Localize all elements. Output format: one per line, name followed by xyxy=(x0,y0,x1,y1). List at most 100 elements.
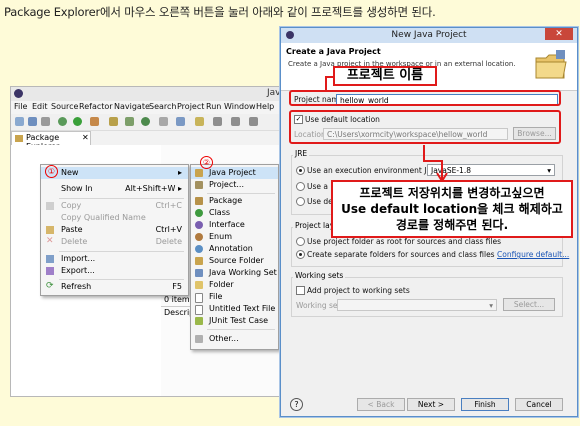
annotation-icon[interactable] xyxy=(195,117,204,126)
submenu-annotation[interactable]: Annotation xyxy=(191,243,278,255)
dialog-title-bar: New Java Project ✕ xyxy=(281,28,577,43)
menu-project[interactable]: Project xyxy=(177,102,204,111)
layout-separate-radio[interactable] xyxy=(296,250,305,259)
search-icon[interactable] xyxy=(176,117,185,126)
menu-item-paste[interactable]: Paste Ctrl+V xyxy=(41,224,188,236)
file-icon xyxy=(195,293,203,303)
menu-source[interactable]: Source xyxy=(51,102,78,111)
location-callout: 프로젝트 저장위치를 변경하고싶으면 Use default location을… xyxy=(331,180,573,238)
new-java-project-icon[interactable] xyxy=(109,117,118,126)
submenu-class[interactable]: Class xyxy=(191,207,278,219)
external-tools-icon[interactable] xyxy=(90,117,99,126)
submenu-label: Enum xyxy=(209,232,232,241)
menu-item-import[interactable]: Import... xyxy=(41,253,188,265)
new-submenu: Java Project Project... Package Class In… xyxy=(190,164,279,350)
jre-group-title: JRE xyxy=(293,149,310,158)
submenu-label: JUnit Test Case xyxy=(209,316,269,325)
menu-item-label: Copy xyxy=(61,201,82,210)
menu-item-show-in[interactable]: Show In Alt+Shift+W ▸ xyxy=(41,183,188,195)
refresh-icon: ⟳ xyxy=(46,281,54,291)
close-tab-icon[interactable]: ✕ xyxy=(82,133,89,142)
cancel-button[interactable]: Cancel xyxy=(515,398,563,411)
submenu-java-working-set[interactable]: Java Working Set xyxy=(191,267,278,279)
export-icon xyxy=(46,267,54,275)
submenu-source-folder[interactable]: Source Folder xyxy=(191,255,278,267)
submenu-interface[interactable]: Interface xyxy=(191,219,278,231)
menu-item-new[interactable]: New ▸ xyxy=(41,167,188,179)
menu-item-export[interactable]: Export... xyxy=(41,265,188,277)
other-icon xyxy=(195,335,203,343)
next-annotation-icon[interactable] xyxy=(213,117,222,126)
step-marker-1: ① xyxy=(45,165,58,178)
paste-icon xyxy=(46,226,54,234)
layout-root-label: Use project folder as root for sources a… xyxy=(307,237,501,246)
layout-root-radio[interactable] xyxy=(296,237,305,246)
menu-help[interactable]: Help xyxy=(256,102,274,111)
submenu-file[interactable]: File xyxy=(191,291,278,303)
project-name-callout: 프로젝트 이름 xyxy=(333,66,437,86)
select-button[interactable]: Select... xyxy=(503,298,555,311)
configure-default-link[interactable]: Configure default... xyxy=(497,250,569,259)
working-sets-group xyxy=(291,277,563,317)
submenu-enum[interactable]: Enum xyxy=(191,231,278,243)
submenu-project[interactable]: Project... xyxy=(191,179,278,191)
add-to-working-sets-checkbox[interactable] xyxy=(296,286,305,295)
finish-button[interactable]: Finish xyxy=(461,398,509,411)
new-package-icon[interactable] xyxy=(125,117,134,126)
jre-execution-env-radio[interactable] xyxy=(296,166,305,175)
junit-icon xyxy=(195,317,203,325)
close-button[interactable]: ✕ xyxy=(545,28,573,40)
menu-window[interactable]: Window xyxy=(224,102,256,111)
new-icon[interactable] xyxy=(15,117,24,126)
package-explorer-tab[interactable]: Package Explorer ✕ xyxy=(11,131,91,151)
location-highlight xyxy=(289,110,561,144)
menu-item-label: Refresh xyxy=(61,282,92,291)
menu-item-label: Import... xyxy=(61,254,96,263)
menu-item-label: Export... xyxy=(61,266,95,275)
submenu-label: Class xyxy=(209,208,231,217)
open-type-icon[interactable] xyxy=(159,117,168,126)
working-sets-title: Working sets xyxy=(293,271,346,280)
menu-search[interactable]: Search xyxy=(149,102,176,111)
help-button[interactable]: ? xyxy=(290,398,303,411)
back-button[interactable]: < Back xyxy=(357,398,405,411)
submenu-package[interactable]: Package xyxy=(191,195,278,207)
submenu-label: Project... xyxy=(209,180,244,189)
submenu-junit-test-case[interactable]: JUnit Test Case xyxy=(191,315,278,327)
menu-file[interactable]: File xyxy=(14,102,27,111)
chevron-down-icon: ▾ xyxy=(547,166,551,175)
save-icon[interactable] xyxy=(28,117,37,126)
menu-edit[interactable]: Edit xyxy=(32,102,48,111)
callout-line-1: 프로젝트 저장위치를 변경하고싶으면 xyxy=(359,186,545,200)
menu-item-label: Delete xyxy=(61,237,88,246)
project-icon xyxy=(195,181,203,189)
jre-default-radio[interactable] xyxy=(296,197,305,206)
menu-navigate[interactable]: Navigate xyxy=(114,102,150,111)
layout-separate-label: Create separate folders for sources and … xyxy=(307,250,495,259)
menu-separator xyxy=(59,279,184,280)
jre-project-specific-radio[interactable] xyxy=(296,182,305,191)
menu-item-copy-qualified-name[interactable]: Copy Qualified Name xyxy=(41,212,188,224)
callout-arrow-icon xyxy=(423,145,448,183)
next-button[interactable]: Next > xyxy=(407,398,455,411)
forward-icon[interactable] xyxy=(249,117,258,126)
menu-run[interactable]: Run xyxy=(206,102,221,111)
print-icon[interactable] xyxy=(41,117,50,126)
submenu-label: Untitled Text File xyxy=(209,304,276,313)
submenu-untitled-text-file[interactable]: Untitled Text File xyxy=(191,303,278,315)
submenu-label: File xyxy=(209,292,223,301)
dialog-heading: Create a Java Project xyxy=(286,47,381,56)
run-icon[interactable] xyxy=(73,117,82,126)
debug-icon[interactable] xyxy=(58,117,67,126)
back-icon[interactable] xyxy=(231,117,240,126)
submenu-label: Java Project xyxy=(209,168,256,177)
new-class-icon[interactable] xyxy=(141,117,150,126)
submenu-other[interactable]: Other... xyxy=(191,333,278,345)
menu-refactor[interactable]: Refactor xyxy=(79,102,113,111)
submenu-folder[interactable]: Folder xyxy=(191,279,278,291)
submenu-label: Package xyxy=(209,196,243,205)
working-sets-select[interactable]: ▾ xyxy=(337,299,497,311)
menu-item-refresh[interactable]: ⟳ Refresh F5 xyxy=(41,281,188,293)
menu-item-delete[interactable]: ✕ Delete Delete xyxy=(41,236,188,248)
menu-item-copy[interactable]: Copy Ctrl+C xyxy=(41,200,188,212)
